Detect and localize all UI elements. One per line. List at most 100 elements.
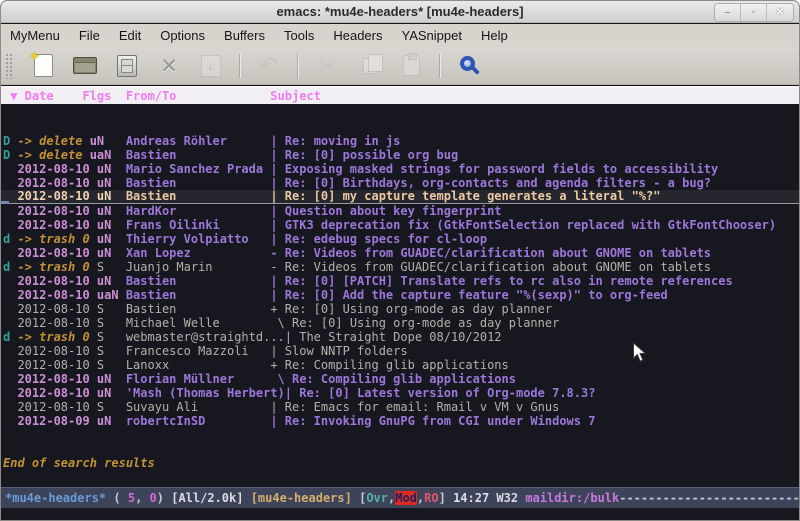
from-field: Mario Sanchez Prada — [126, 162, 271, 176]
message-row[interactable]: 2012-08-10 uN Frans Oilinki | GTK3 depre… — [3, 218, 799, 232]
flags-field: uaN — [82, 148, 125, 162]
new-file-button[interactable] — [28, 51, 58, 81]
from-field: Thierry Volpiatto — [126, 232, 271, 246]
date-field: 2012-08-10 — [17, 204, 89, 218]
thread-prefix: \ — [270, 316, 292, 330]
clipboard-icon — [403, 55, 420, 76]
subject-field: Re: [0] Using org-mode as day planner — [285, 302, 552, 316]
echo-area[interactable] — [1, 508, 799, 520]
message-row[interactable]: D -> delete uN Andreas Röhler | Re: movi… — [3, 134, 799, 148]
message-row[interactable]: 2012-08-10 uN Florian Müllner \ Re: Comp… — [3, 372, 799, 386]
message-row[interactable]: 2012-08-10 uN Bastien | Re: [0] Birthday… — [3, 176, 799, 190]
subject-field: The Straight Dope 08/10/2012 — [299, 330, 501, 344]
message-row[interactable]: 2012-08-10 S Michael Welle \ Re: [0] Usi… — [3, 316, 799, 330]
flags-field: S — [90, 316, 126, 330]
subject-field: Re: [0] Latest version of Org-mode 7.8.3… — [299, 386, 595, 400]
flags-field: uN — [90, 372, 126, 386]
search-button[interactable] — [454, 51, 484, 81]
message-row[interactable]: 2012-08-10 uN Bastien | Re: [0] my captu… — [1, 190, 799, 204]
from-field: Florian Müllner — [126, 372, 271, 386]
modeline-segment-plain: , — [135, 491, 149, 505]
toolbar-drag-handle[interactable] — [5, 53, 14, 79]
message-row[interactable]: 2012-08-10 S Francesco Mazzoli | Slow NN… — [3, 344, 799, 358]
flags-field: uN — [90, 218, 126, 232]
close-button[interactable]: ✕ — [767, 4, 793, 21]
open-file-button[interactable] — [70, 51, 100, 81]
menu-mymenu[interactable]: MyMenu — [10, 28, 60, 43]
mark-field — [3, 274, 17, 288]
message-row[interactable]: d -> trash 0 uN Thierry Volpiatto | Re: … — [3, 232, 799, 246]
menu-edit[interactable]: Edit — [119, 28, 141, 43]
subject-field: Re: [0] [PATCH] Translate refs to rc als… — [285, 274, 733, 288]
from-field: 'Mash (Thomas Herbert) — [126, 386, 285, 400]
message-row[interactable]: 2012-08-10 uN Bastien | Re: [0] [PATCH] … — [3, 274, 799, 288]
from-field: Juanjo Marin — [126, 260, 271, 274]
thread-prefix: | — [270, 162, 284, 176]
thread-prefix: | — [270, 148, 284, 162]
message-row[interactable]: 2012-08-10 S Bastien + Re: [0] Using org… — [3, 302, 799, 316]
titlebar: emacs: *mu4e-headers* [mu4e-headers] –▫✕ — [1, 1, 799, 23]
mark-field — [3, 358, 17, 372]
menu-buffers[interactable]: Buffers — [224, 28, 265, 43]
undo-button: ↶ — [254, 51, 284, 81]
message-list: D -> delete uN Andreas Röhler | Re: movi… — [1, 104, 799, 487]
thread-prefix: | — [270, 218, 284, 232]
menu-help[interactable]: Help — [481, 28, 508, 43]
message-row[interactable]: 2012-08-10 uN HardKor | Question about k… — [3, 204, 799, 218]
message-row[interactable]: d -> trash 0 S Juanjo Marin - Re: Videos… — [3, 260, 799, 274]
message-row[interactable]: 2012-08-10 uN Mario Sanchez Prada | Expo… — [3, 162, 799, 176]
message-row[interactable]: 2012-08-10 uaN Bastien | Re: [0] Add the… — [3, 288, 799, 302]
thread-prefix: | — [270, 274, 284, 288]
maximize-button[interactable]: ▫ — [741, 4, 767, 21]
message-row[interactable]: 2012-08-09 uN robertcInSD | Re: Invoking… — [3, 414, 799, 428]
mark-field — [3, 189, 17, 203]
menu-tools[interactable]: Tools — [284, 28, 314, 43]
message-row[interactable]: 2012-08-10 uN Xan Lopez - Re: Videos fro… — [3, 246, 799, 260]
subject-field: Re: [0] my capture template generates a … — [285, 189, 661, 203]
subject-field: Re: moving in js — [285, 134, 401, 148]
subject-field: Re: [0] Add the capture feature "%(sexp)… — [285, 288, 668, 302]
subject-field: Re: Videos from GUADEC/clarification abo… — [285, 260, 711, 274]
thread-prefix: + — [270, 302, 284, 316]
flags-field: uN — [90, 162, 126, 176]
menu-file[interactable]: File — [79, 28, 100, 43]
action-field: -> trash 0 — [17, 232, 89, 246]
from-field: HardKor — [126, 204, 271, 218]
date-field: 2012-08-10 — [17, 218, 89, 232]
message-row[interactable]: d -> trash 0 S webmaster@straightd...| T… — [3, 330, 799, 344]
menu-options[interactable]: Options — [160, 28, 205, 43]
modeline-segment-bright: 14:27 W32 — [453, 491, 525, 505]
from-field: Bastien — [126, 288, 271, 302]
mark-field — [3, 386, 17, 400]
column-header-line[interactable]: ▼ Date Flgs From/To Subject — [1, 88, 799, 104]
from-field: Bastien — [126, 302, 271, 316]
thread-prefix: + — [270, 358, 284, 372]
action-field: -> trash 0 — [17, 260, 89, 274]
subject-field: Re: [0] Using org-mode as day planner — [292, 316, 559, 330]
from-field: Frans Oilinki — [126, 218, 271, 232]
minimize-button[interactable]: – — [715, 4, 741, 21]
message-row[interactable]: 2012-08-10 S Lanoxx + Re: Compiling glib… — [3, 358, 799, 372]
subject-field: Re: Invoking GnuPG from CGI under Window… — [285, 414, 596, 428]
mark-field: d — [3, 330, 17, 344]
cut-button: ✂ — [312, 51, 342, 81]
flags-field: S — [90, 400, 126, 414]
undo-arrow-icon: ↶ — [260, 53, 278, 78]
subject-field: Exposing masked strings for password fie… — [285, 162, 718, 176]
save-file-button[interactable] — [112, 51, 142, 81]
message-row[interactable]: 2012-08-10 S Suvayu Ali | Re: Emacs for … — [3, 400, 799, 414]
date-field: 2012-08-10 — [17, 176, 89, 190]
mark-field: D — [3, 134, 17, 148]
menu-headers[interactable]: Headers — [333, 28, 382, 43]
message-row[interactable]: D -> delete uaN Bastien | Re: [0] possib… — [3, 148, 799, 162]
file-cabinet-icon — [117, 55, 137, 77]
from-field: Bastien — [126, 148, 271, 162]
message-row[interactable]: 2012-08-10 uN 'Mash (Thomas Herbert)| Re… — [3, 386, 799, 400]
flags-field: S — [90, 358, 126, 372]
date-field: 2012-08-10 — [17, 274, 89, 288]
menu-yasnippet[interactable]: YASnippet — [401, 28, 461, 43]
flags-field: uN — [90, 274, 126, 288]
close-buffer-button[interactable]: ✕ — [154, 51, 184, 81]
mark-field — [3, 344, 17, 358]
subject-field: Re: edebug specs for cl-loop — [285, 232, 487, 246]
